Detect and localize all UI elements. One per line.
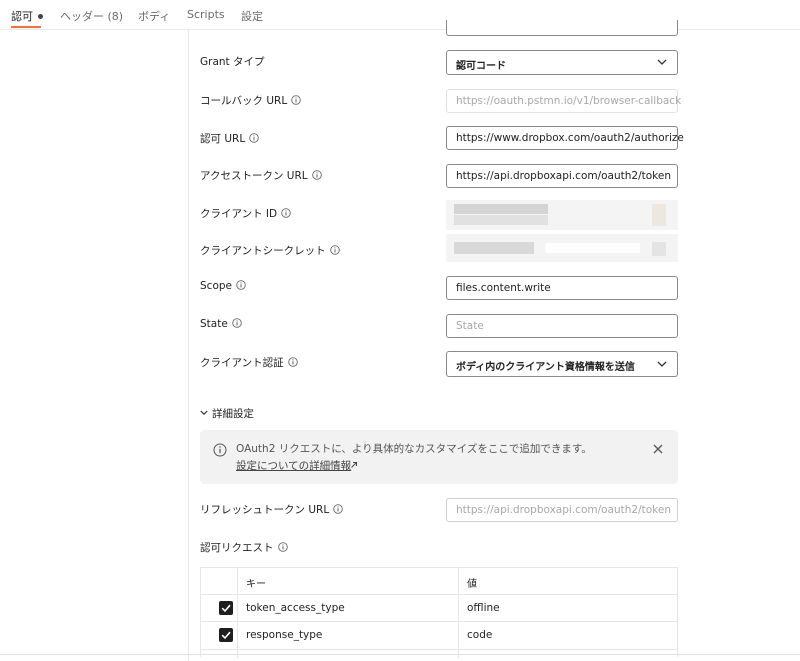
auth-url-label: 認可 URL: [200, 131, 259, 146]
auth-request-table: キー 値 token_access_type offline response_…: [200, 567, 678, 658]
tab-settings[interactable]: 設定: [241, 8, 263, 24]
column-header-key: キー: [246, 579, 266, 590]
redaction-block: [652, 204, 666, 226]
chevron-down-icon: [657, 361, 667, 367]
state-label: State: [200, 318, 242, 330]
info-icon[interactable]: [281, 208, 291, 218]
info-icon[interactable]: [287, 357, 298, 367]
checkmark-icon: [221, 631, 231, 640]
info-icon[interactable]: [277, 542, 288, 552]
redaction-block: [454, 204, 548, 214]
row-key[interactable]: response_type: [246, 629, 322, 641]
request-tabs: 認可 ヘッダー (8) ボディ Scripts 設定: [0, 0, 800, 30]
access-token-url-input[interactable]: https://api.dropboxapi.com/oauth2/token: [446, 164, 678, 188]
redaction-block: [454, 242, 534, 254]
advanced-settings-title: 詳細設定: [212, 408, 254, 420]
scope-label: Scope: [200, 280, 246, 292]
column-divider: [237, 568, 238, 658]
callback-url-input[interactable]: https://oauth.pstmn.io/v1/browser-callba…: [446, 89, 682, 113]
modified-dot: [38, 13, 43, 19]
chevron-down-icon: [200, 410, 208, 416]
redaction-block: [454, 215, 548, 225]
learn-more-link[interactable]: 設定についての詳細情報: [236, 458, 351, 473]
info-icon: [213, 443, 227, 457]
row-divider: [201, 621, 677, 622]
client-secret-input-redacted[interactable]: [446, 234, 678, 262]
scope-value: files.content.write: [456, 282, 551, 294]
row-checkbox[interactable]: [219, 601, 233, 615]
external-link-icon: [351, 462, 357, 468]
info-icon[interactable]: [236, 280, 246, 290]
tab-label: ヘッダー (8): [60, 10, 124, 23]
state-placeholder: State: [456, 320, 484, 332]
access-token-url-label: アクセストークン URL: [200, 168, 322, 183]
access-token-url-value: https://api.dropboxapi.com/oauth2/token: [456, 170, 671, 182]
tab-label: 認可: [11, 10, 33, 23]
column-header-value: 値: [467, 579, 477, 590]
row-value[interactable]: code: [467, 629, 492, 641]
row-divider: [201, 649, 677, 650]
info-icon[interactable]: [291, 95, 301, 105]
notice-text: OAuth2 リクエストに、より具体的なカスタマイズをここで追加できます。: [236, 443, 592, 455]
advanced-settings-toggle[interactable]: 詳細設定: [200, 406, 254, 421]
refresh-token-url-placeholder: https://api.dropboxapi.com/oauth2/token: [456, 504, 671, 516]
info-icon[interactable]: [333, 504, 343, 514]
auth-url-value: https://www.dropbox.com/oauth2/authorize: [456, 132, 684, 144]
tab-headers[interactable]: ヘッダー (8): [60, 8, 123, 24]
tab-body[interactable]: ボディ: [138, 8, 170, 24]
previous-field-partial[interactable]: [446, 20, 678, 36]
info-icon[interactable]: [311, 170, 322, 180]
client-id-label: クライアント ID: [200, 206, 291, 221]
scope-input[interactable]: files.content.write: [446, 276, 678, 300]
client-secret-label: クライアントシークレット: [200, 243, 340, 258]
tab-label: 設定: [241, 10, 263, 23]
row-checkbox[interactable]: [219, 628, 233, 642]
column-divider: [458, 568, 459, 658]
tab-label: Scripts: [187, 8, 225, 21]
checkmark-icon: [221, 604, 231, 613]
client-auth-value: ボディ内のクライアント資格情報を送信: [456, 362, 635, 373]
grant-type-label: Grant タイプ: [200, 56, 265, 68]
info-icon[interactable]: [329, 245, 340, 255]
callback-url-label: コールバック URL: [200, 93, 301, 108]
client-auth-select[interactable]: ボディ内のクライアント資格情報を送信: [446, 351, 678, 377]
auth-url-input[interactable]: https://www.dropbox.com/oauth2/authorize: [446, 126, 684, 150]
client-auth-label: クライアント認証: [200, 355, 298, 370]
grant-type-value: 認可コード: [456, 61, 506, 72]
auth-request-label: 認可リクエスト: [200, 540, 288, 555]
info-icon[interactable]: [232, 318, 242, 328]
active-tab-indicator: [11, 26, 41, 28]
row-key[interactable]: token_access_type: [246, 602, 345, 614]
callback-url-placeholder: https://oauth.pstmn.io/v1/browser-callba…: [456, 95, 682, 107]
state-input[interactable]: State: [446, 314, 678, 338]
panel-divider: [188, 29, 189, 661]
tab-label: ボディ: [138, 10, 171, 23]
redaction-block: [652, 242, 666, 256]
grant-type-select[interactable]: 認可コード: [446, 50, 678, 75]
chevron-down-icon: [657, 59, 667, 65]
tab-scripts[interactable]: Scripts: [187, 8, 225, 21]
client-id-input-redacted[interactable]: [446, 200, 678, 230]
refresh-token-url-input[interactable]: https://api.dropboxapi.com/oauth2/token: [446, 498, 678, 522]
info-icon[interactable]: [249, 133, 259, 143]
row-divider: [201, 594, 677, 595]
redaction-block: [546, 243, 640, 253]
row-value[interactable]: offline: [467, 602, 500, 614]
tab-authorization[interactable]: 認可: [11, 8, 43, 24]
advanced-notice: OAuth2 リクエストに、より具体的なカスタマイズをここで追加できます。 設定…: [200, 430, 678, 484]
close-icon[interactable]: [652, 443, 664, 455]
refresh-token-url-label: リフレッシュトークン URL: [200, 502, 343, 517]
